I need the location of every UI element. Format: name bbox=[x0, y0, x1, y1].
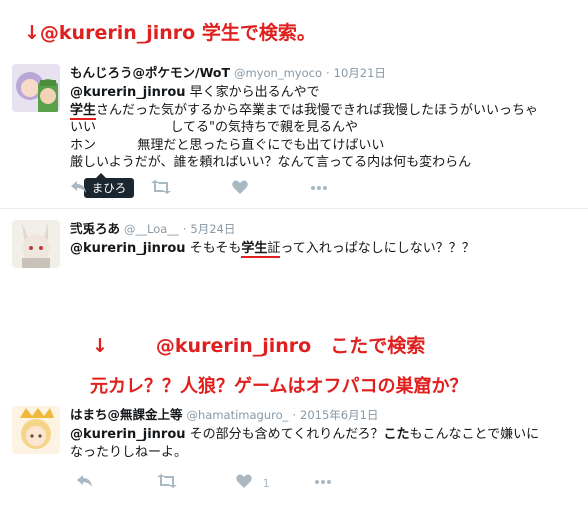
timestamp[interactable]: 5月24日 bbox=[190, 222, 235, 236]
like-icon[interactable]: 1 bbox=[236, 474, 270, 492]
timestamp[interactable]: 2015年6月1日 bbox=[300, 408, 378, 422]
text-line-3: いい してる"の気持ちで親を見るんや bbox=[70, 120, 358, 135]
text-line-1: @kurerin_jinrou その部分も含めてくれりんだろ？こたもこんなことで… bbox=[70, 427, 540, 442]
separator: · bbox=[182, 222, 187, 236]
tweet-header: もんじろう@ポケモン/WoT @myon_myoco · 10月21日 bbox=[70, 62, 580, 81]
mention[interactable]: @kurerin_jinrou bbox=[70, 85, 186, 100]
tweet-actions: 1 bbox=[70, 474, 370, 494]
highlight-gakusei: 学生 bbox=[241, 241, 268, 256]
tweet-3[interactable]: はまち@無課金上等 @hamatimaguro_ · 2015年6月1日 @ku… bbox=[0, 402, 588, 505]
text-line-2: 学生さんだった気がするから卒業までは我慢できれば我慢したほうがいいっちゃ bbox=[70, 102, 539, 120]
tweet-2[interactable]: 弐兎ろあ @__Loa__ · 5月24日 @kurerin_jinrou そも… bbox=[0, 214, 588, 314]
reply-icon[interactable] bbox=[70, 180, 88, 198]
display-name[interactable]: 弐兎ろあ bbox=[70, 221, 120, 236]
avatar-image bbox=[12, 64, 60, 112]
display-name[interactable]: はまち@無課金上等 bbox=[70, 407, 183, 422]
user-handle[interactable]: @myon_myoco bbox=[234, 66, 322, 80]
highlight-gakusei: 学生 bbox=[70, 102, 97, 120]
annotation-search-gakusei: ↓@kurerin_jinro 学生で検索。 bbox=[24, 22, 316, 44]
separator: · bbox=[292, 408, 297, 422]
timestamp[interactable]: 10月21日 bbox=[334, 66, 386, 80]
more-icon[interactable] bbox=[314, 474, 332, 492]
text-line-5: 厳しいようだが、誰を頼ればいい？なんて言ってる内は何も変わらん bbox=[70, 155, 472, 170]
tweet-text: @kurerin_jinrou そもそも学生証って入れっぱなしにしない？？？ bbox=[70, 241, 475, 258]
tweet-1[interactable]: もんじろう@ポケモン/WoT @myon_myoco · 10月21日 @kur… bbox=[0, 58, 588, 208]
avatar[interactable] bbox=[12, 220, 60, 268]
text-line-1: @kurerin_jinrou 早く家から出るんやで bbox=[70, 85, 320, 100]
mention[interactable]: @kurerin_jinrou bbox=[70, 427, 186, 442]
more-icon[interactable] bbox=[310, 180, 328, 198]
mention[interactable]: @kurerin_jinrou bbox=[70, 241, 186, 256]
annotation-arrow: ↓ bbox=[92, 335, 108, 357]
display-name[interactable]: もんじろう@ポケモン/WoT bbox=[70, 65, 230, 80]
reply-icon[interactable] bbox=[76, 474, 94, 492]
annotation-comment: 元カレ？？人狼？ゲームはオフパコの巣窟か？ bbox=[90, 376, 468, 397]
text-line-4: ホン 無理だと思ったら直ぐにでも出てけばいい bbox=[70, 137, 385, 153]
avatar[interactable] bbox=[12, 406, 60, 454]
tweet-text: @kurerin_jinrou 早く家から出るんやで 学生さんだった気がするから… bbox=[70, 84, 580, 172]
user-handle[interactable]: @hamatimaguro_ bbox=[187, 408, 289, 422]
like-icon[interactable] bbox=[232, 180, 254, 198]
tweet-header: 弐兎ろあ @__Loa__ · 5月24日 bbox=[70, 218, 580, 237]
retweet-icon[interactable] bbox=[150, 180, 172, 198]
highlight-kota: こた bbox=[383, 427, 410, 442]
avatar[interactable] bbox=[12, 64, 60, 112]
divider bbox=[0, 208, 588, 209]
avatar-image bbox=[12, 406, 60, 454]
annotation-search-text: @kurerin_jinro こたで検索 bbox=[155, 335, 426, 357]
separator: · bbox=[326, 66, 330, 80]
annotation-search-kota: ↓ @kurerin_jinro こたで検索 bbox=[92, 331, 425, 358]
retweet-icon[interactable] bbox=[156, 474, 178, 492]
tweet-text: @kurerin_jinrou その部分も含めてくれりんだろ？こたもこんなことで… bbox=[70, 426, 580, 461]
avatar-image bbox=[12, 220, 60, 268]
tweet-actions bbox=[70, 180, 370, 200]
text-line-2: なったりしねーよ。 bbox=[70, 444, 188, 460]
tweet-header: はまち@無課金上等 @hamatimaguro_ · 2015年6月1日 bbox=[70, 404, 580, 423]
user-handle[interactable]: @__Loa__ bbox=[124, 222, 179, 236]
like-count: 1 bbox=[262, 477, 270, 490]
